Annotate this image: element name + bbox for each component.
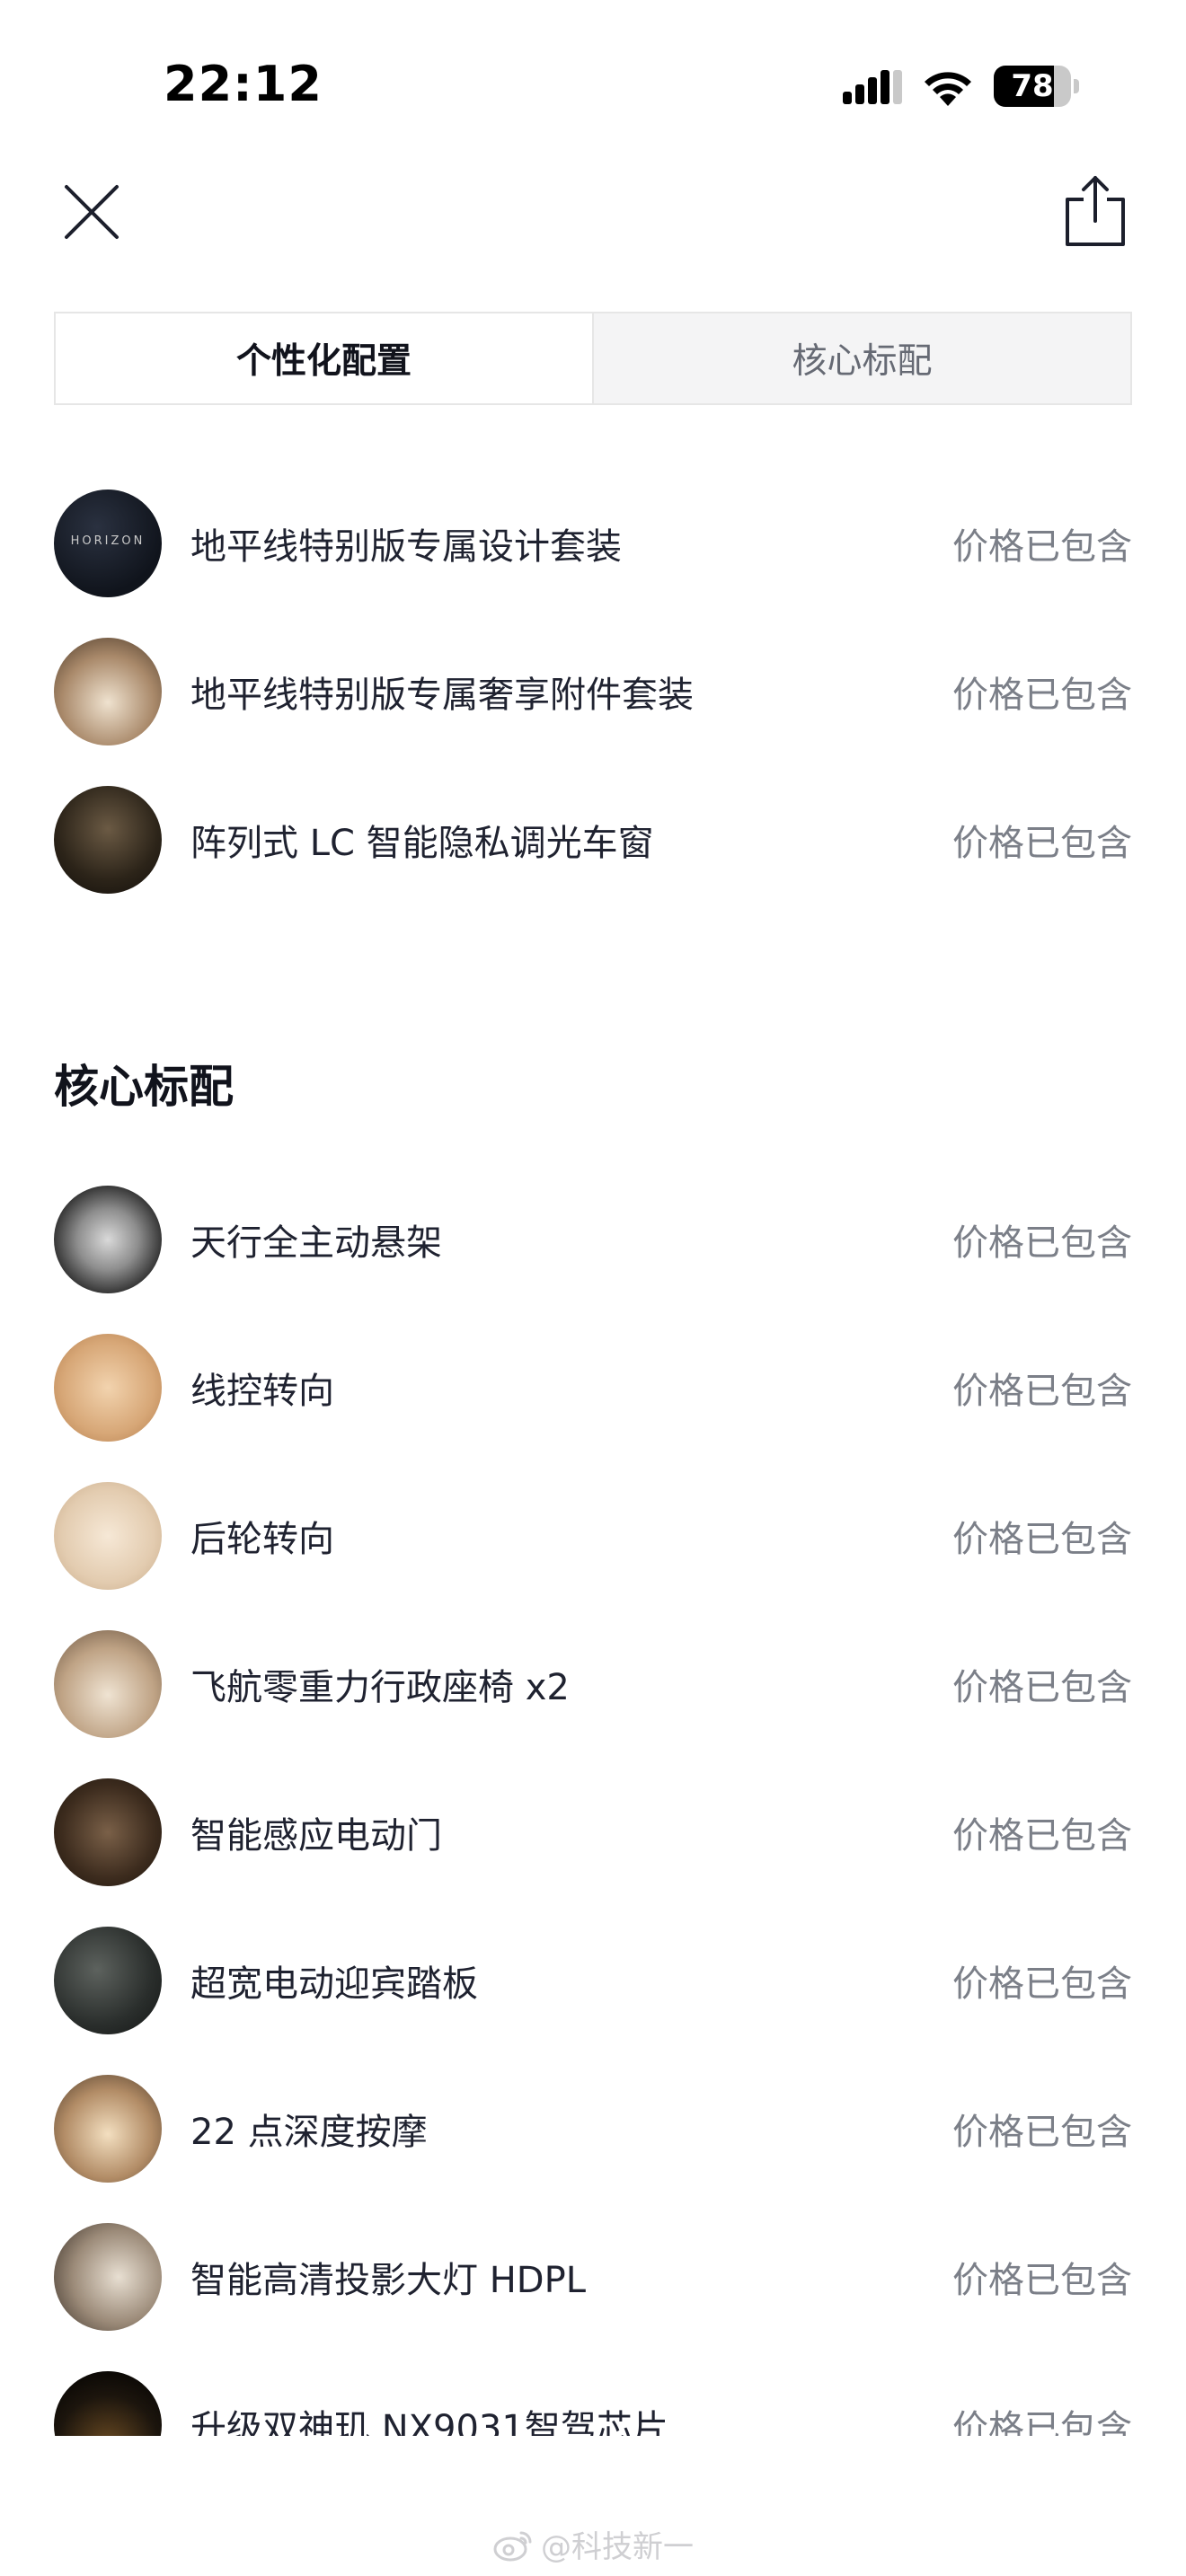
item-price-status: 价格已包含 [952, 822, 1132, 864]
status-bar: 22:12 78 [0, 0, 1186, 171]
item-name: 超宽电动迎宾踏板 [190, 1963, 478, 2005]
item-price-status: 价格已包含 [952, 1963, 1132, 2005]
battery-indicator: 78 [994, 66, 1080, 107]
list-item[interactable]: HORIZON 地平线特别版专属设计套装 价格已包含 [54, 469, 1132, 617]
massage-seat-thumbnail [54, 2074, 162, 2183]
item-price-status: 价格已包含 [952, 674, 1132, 716]
item-price-status: 价格已包含 [952, 2111, 1132, 2153]
share-button[interactable] [1060, 172, 1130, 248]
config-tabs: 个性化配置 核心标配 [54, 312, 1132, 405]
item-price-status: 价格已包含 [952, 1222, 1132, 1264]
item-price-status: 价格已包含 [952, 2259, 1132, 2301]
wifi-icon [925, 72, 971, 106]
power-door-thumbnail [54, 1778, 162, 1886]
list-item[interactable]: 飞航零重力行政座椅 x2 价格已包含 [54, 1610, 1132, 1758]
item-name: 线控转向 [190, 1370, 334, 1412]
horizon-badge-thumbnail: HORIZON [54, 489, 162, 597]
tab-core-standard[interactable]: 核心标配 [592, 313, 1130, 403]
item-name: 天行全主动悬架 [190, 1222, 442, 1264]
item-name: 阵列式 LC 智能隐私调光车窗 [190, 822, 654, 864]
item-price-status: 价格已包含 [952, 1814, 1132, 1857]
item-price-status: 价格已包含 [952, 1518, 1132, 1560]
item-price-status: 价格已包含 [952, 525, 1132, 568]
watermark-text: @科技新一 [541, 2529, 694, 2565]
suspension-thumbnail [54, 1185, 162, 1293]
rear-wheel-steering-thumbnail [54, 1481, 162, 1590]
close-button[interactable] [59, 180, 124, 244]
item-name: 智能高清投影大灯 HDPL [190, 2259, 586, 2301]
item-name: 地平线特别版专属奢享附件套装 [190, 674, 694, 716]
list-item[interactable]: 地平线特别版专属奢享附件套装 价格已包含 [54, 617, 1132, 765]
item-price-status: 价格已包含 [952, 1370, 1132, 1412]
list-item[interactable]: 超宽电动迎宾踏板 价格已包含 [54, 1906, 1132, 2054]
headlight-thumbnail [54, 2222, 162, 2331]
personalized-list: HORIZON 地平线特别版专属设计套装 价格已包含 地平线特别版专属奢享附件套… [54, 469, 1132, 913]
item-name: 地平线特别版专属设计套装 [190, 525, 622, 568]
page: 22:12 78 个性化配置 核心标配 HORIZON 地平线特别版专属设计套装… [0, 0, 1186, 2576]
item-name: 飞航零重力行政座椅 x2 [190, 1666, 570, 1708]
item-name: 智能感应电动门 [190, 1814, 442, 1857]
watermark: @科技新一 [492, 2522, 694, 2566]
list-item[interactable]: 智能感应电动门 价格已包含 [54, 1758, 1132, 1906]
list-item[interactable]: 智能高清投影大灯 HDPL 价格已包含 [54, 2202, 1132, 2351]
list-item[interactable]: 线控转向 价格已包含 [54, 1313, 1132, 1461]
list-item[interactable]: 天行全主动悬架 价格已包含 [54, 1165, 1132, 1313]
item-name: 22 点深度按摩 [190, 2111, 428, 2153]
list-item[interactable]: 后轮转向 价格已包含 [54, 1461, 1132, 1610]
close-icon [65, 185, 119, 239]
steer-by-wire-thumbnail [54, 1333, 162, 1442]
battery-tip [1074, 79, 1079, 93]
horizon-logo-text: HORIZON [70, 534, 146, 548]
battery-level: 78 [1011, 68, 1054, 104]
core-list: 天行全主动悬架 价格已包含 线控转向 价格已包含 后轮转向 价格已包含 飞航零重… [54, 1165, 1132, 2499]
weibo-icon [493, 2531, 532, 2561]
cellular-signal-icon [843, 70, 902, 104]
status-time: 22:12 [164, 56, 323, 112]
tab-personalized[interactable]: 个性化配置 [56, 313, 592, 403]
dimming-window-thumbnail [54, 785, 162, 894]
share-icon [1066, 176, 1125, 246]
running-board-thumbnail [54, 1926, 162, 2034]
battery-body: 78 [994, 66, 1071, 107]
zero-gravity-seat-thumbnail [54, 1629, 162, 1738]
cabin-interior-thumbnail [54, 637, 162, 745]
section-title-core: 核心标配 [54, 1061, 234, 1113]
list-item[interactable]: 22 点深度按摩 价格已包含 [54, 2054, 1132, 2202]
item-name: 后轮转向 [190, 1518, 334, 1560]
list-item[interactable]: 阵列式 LC 智能隐私调光车窗 价格已包含 [54, 765, 1132, 913]
item-price-status: 价格已包含 [952, 1666, 1132, 1708]
